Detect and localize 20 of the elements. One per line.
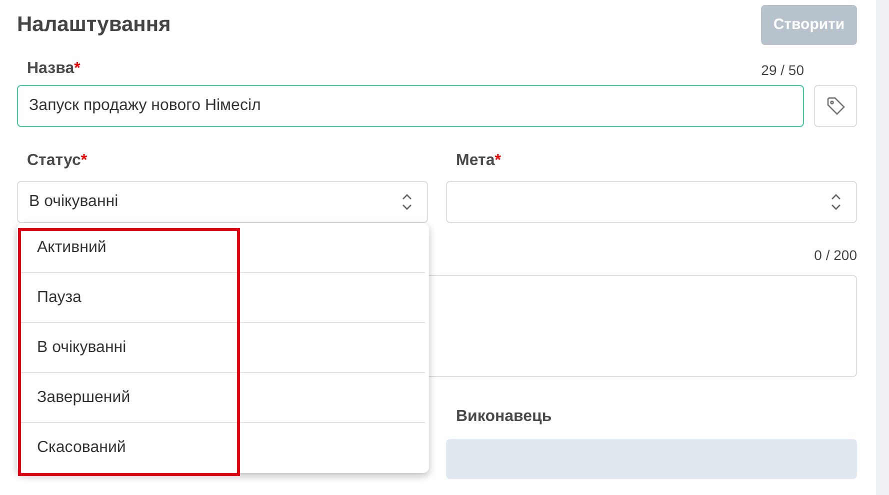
- goal-select[interactable]: [446, 181, 857, 223]
- dropdown-option[interactable]: Скасований: [21, 423, 425, 473]
- tag-button[interactable]: [814, 85, 857, 127]
- field-label: Статус*: [27, 151, 88, 171]
- dropdown-option[interactable]: Активний: [21, 223, 425, 273]
- field-label: Виконавець: [456, 407, 553, 427]
- name-input[interactable]: Запуск продажу нового Німесіл: [17, 85, 804, 127]
- status-select[interactable]: В очікуванні: [17, 181, 428, 223]
- dropdown-option[interactable]: В очікуванні: [21, 323, 425, 373]
- dropdown-option[interactable]: Завершений: [21, 373, 425, 423]
- dropdown-option[interactable]: Пауза: [21, 273, 425, 323]
- assignee-field[interactable]: [446, 439, 857, 479]
- char-counter: 29 / 50: [761, 61, 804, 80]
- page-title: Налаштування: [17, 12, 171, 38]
- chevron-updown-icon: [830, 193, 842, 211]
- char-counter: 0 / 200: [814, 246, 857, 265]
- chevron-updown-icon: [401, 193, 413, 211]
- tag-icon: [826, 96, 846, 116]
- field-label: Мета*: [456, 151, 502, 171]
- field-label: Назва*: [27, 59, 80, 79]
